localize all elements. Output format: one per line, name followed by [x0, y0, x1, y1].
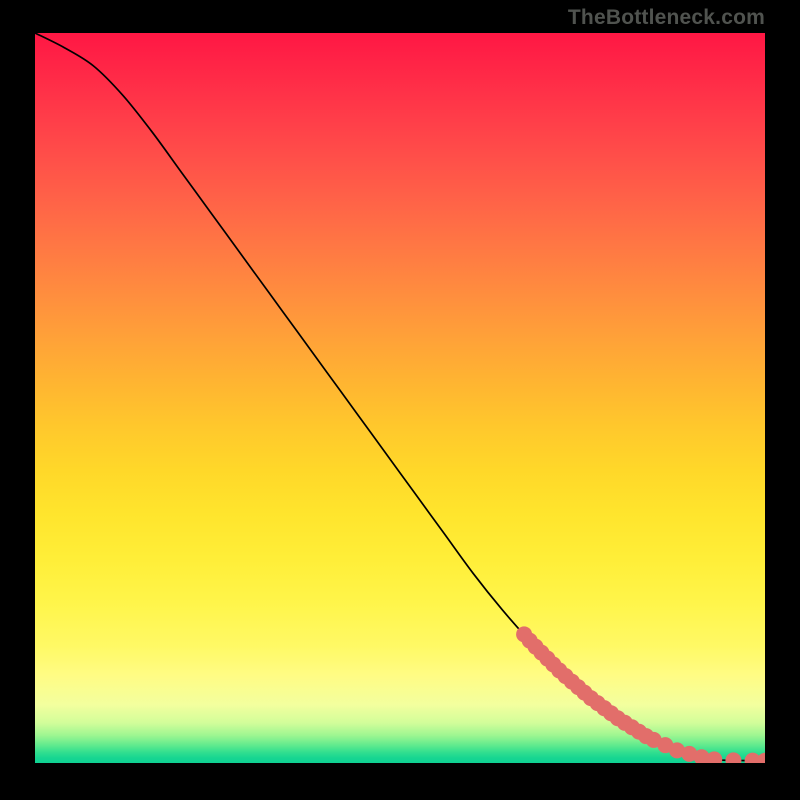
- highlight-dot: [757, 753, 765, 763]
- highlight-dot: [725, 752, 741, 763]
- curve-layer: [35, 33, 765, 763]
- attribution-label: TheBottleneck.com: [568, 6, 765, 30]
- highlight-dot: [706, 751, 722, 763]
- bottleneck-curve: [35, 33, 765, 761]
- plot-area: [35, 33, 765, 763]
- chart-frame: TheBottleneck.com: [0, 0, 800, 800]
- highlight-dots: [516, 626, 765, 763]
